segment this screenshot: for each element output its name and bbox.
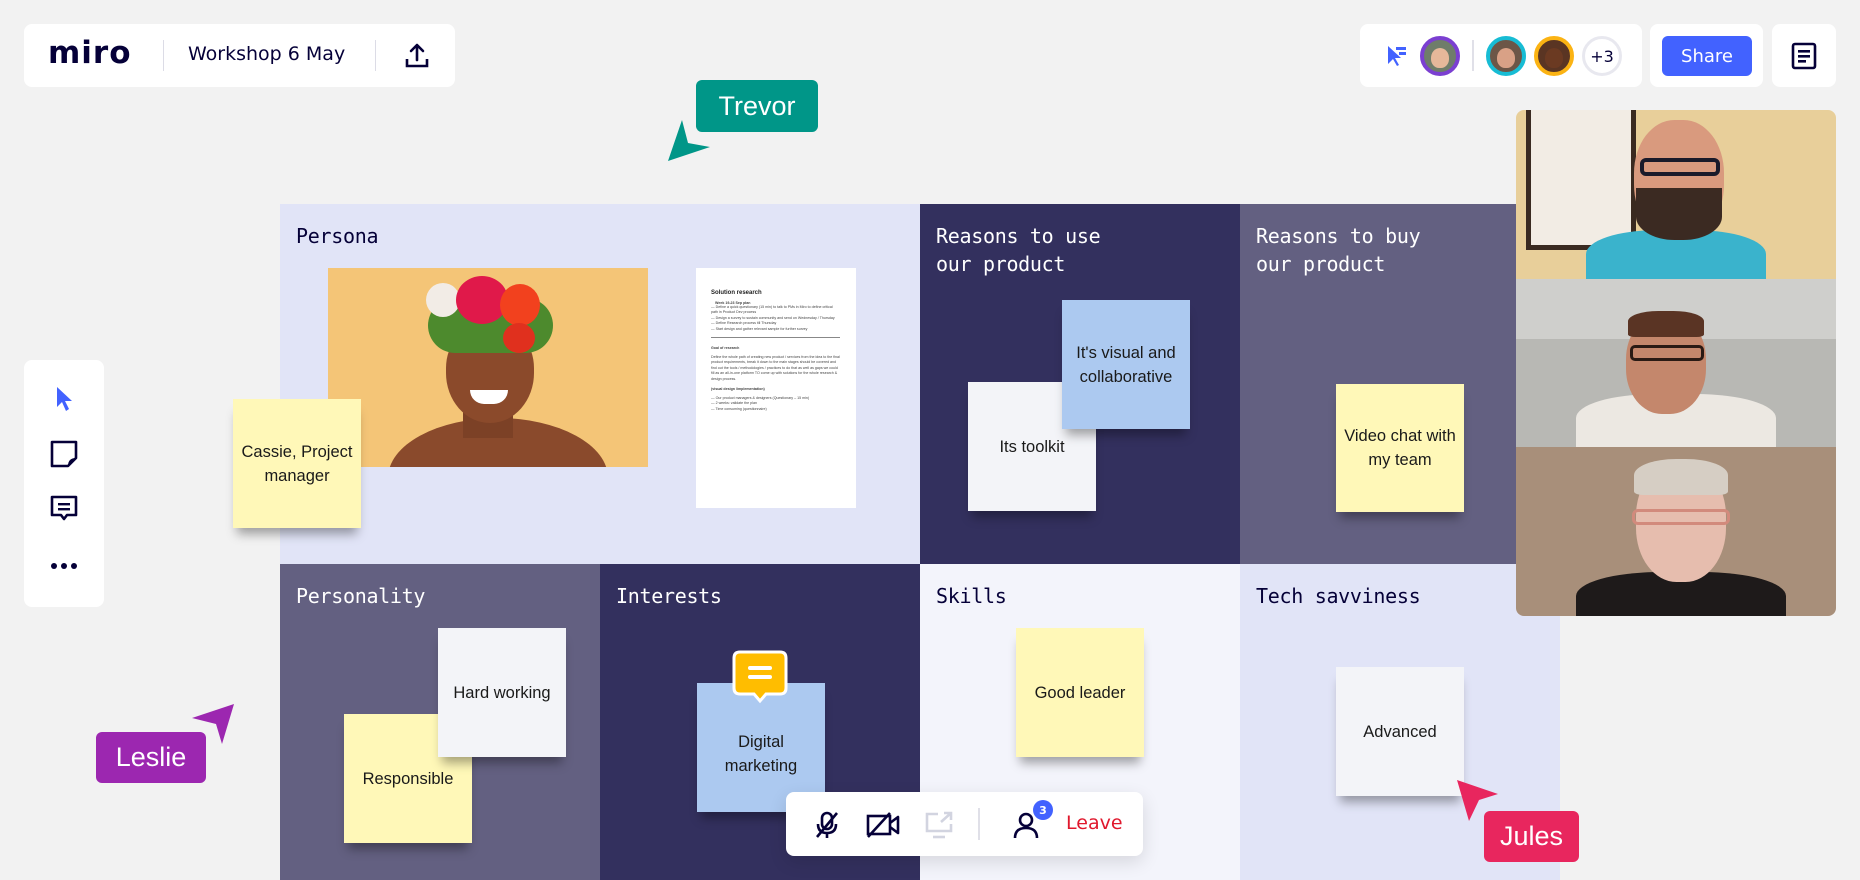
divider xyxy=(375,40,376,71)
video-tile[interactable] xyxy=(1516,279,1836,447)
video-call-panel xyxy=(1516,110,1836,616)
sticky-text: Advanced xyxy=(1363,722,1437,741)
panel-title: Interests xyxy=(616,584,722,608)
sticky-text: Digital marketing xyxy=(724,732,798,775)
sticky-note[interactable]: Video chat with my team xyxy=(1336,384,1464,512)
sticky-note[interactable]: Good leader xyxy=(1016,628,1144,757)
sticky-text: It's visual and collaborative xyxy=(1076,343,1176,386)
more-collaborators-badge[interactable]: +3 xyxy=(1582,36,1622,76)
upload-icon[interactable] xyxy=(402,41,432,71)
camera-off-icon[interactable] xyxy=(866,810,900,840)
cursor-icon[interactable] xyxy=(54,385,74,413)
follow-cursor-icon[interactable] xyxy=(1386,44,1408,68)
panel-title: Tech savviness xyxy=(1256,584,1421,608)
mic-off-icon[interactable] xyxy=(812,810,842,840)
comment-icon[interactable] xyxy=(50,495,78,523)
miro-logo[interactable]: miro xyxy=(48,35,132,71)
call-controls-bar: 3 Leave xyxy=(786,792,1143,856)
document-line: — Define a quick questionary (15 min) to… xyxy=(711,305,833,315)
sticky-text: Hard working xyxy=(453,683,551,702)
video-person-glasses xyxy=(1640,158,1720,176)
board-title[interactable]: Workshop 6 May xyxy=(188,43,345,65)
video-tile[interactable] xyxy=(1516,110,1836,279)
document-icon xyxy=(1791,42,1817,70)
persona-photo-flower xyxy=(503,323,535,353)
document-line: — Start design and gather relevant sampl… xyxy=(711,326,808,331)
board-header: miro Workshop 6 May xyxy=(24,24,455,87)
cursor-label-jules: Jules xyxy=(1484,811,1579,862)
sticky-text: Responsible xyxy=(362,769,454,788)
persona-photo-flower xyxy=(500,284,540,326)
tools-toolbar xyxy=(24,360,104,607)
video-person-beard xyxy=(1636,188,1722,240)
share-button[interactable]: Share xyxy=(1662,36,1752,76)
sticky-text: Good leader xyxy=(1034,683,1126,702)
user-avatar[interactable] xyxy=(1534,36,1574,76)
user-avatar[interactable] xyxy=(1420,36,1460,76)
panel-title: Reasons to use our product xyxy=(936,224,1101,276)
cursor-label-trevor: Trevor xyxy=(696,80,818,132)
document-goal-text: Define the whole path of creating new pr… xyxy=(711,355,840,381)
panel-title: Skills xyxy=(936,584,1007,608)
divider xyxy=(978,808,980,840)
video-background-poster xyxy=(1526,110,1636,250)
participant-count-badge: 3 xyxy=(1033,800,1053,820)
video-person-hair xyxy=(1634,459,1728,495)
collaborators-bar: +3 xyxy=(1360,24,1642,87)
document-divider xyxy=(711,337,840,339)
more-collaborators-count: +3 xyxy=(1590,46,1614,66)
user-avatar[interactable] xyxy=(1486,36,1526,76)
more-icon[interactable] xyxy=(50,556,78,569)
screen-share-icon[interactable] xyxy=(924,810,954,840)
sticky-text: Its toolkit xyxy=(999,437,1065,456)
cursor-label-leslie: Leslie xyxy=(96,732,206,783)
persona-photo-flower xyxy=(426,283,460,317)
panel-title: Reasons to buy our product xyxy=(1256,224,1421,276)
sticky-note[interactable]: Advanced xyxy=(1336,667,1464,796)
video-person-glasses xyxy=(1630,345,1704,361)
video-person-hair xyxy=(1628,311,1704,337)
document-week-items: — Define a quick questionary (15 min) to… xyxy=(711,305,840,332)
video-person-glasses xyxy=(1632,509,1730,525)
share-container: Share xyxy=(1650,24,1763,87)
board-notes-button[interactable] xyxy=(1772,24,1836,87)
document-title: Solution research xyxy=(711,290,762,296)
document-goal-heading: Goal of research xyxy=(711,346,740,351)
leave-call-button[interactable]: Leave xyxy=(1066,812,1123,834)
sticky-note[interactable]: Cassie, Project manager xyxy=(233,399,361,528)
panel-title: Persona xyxy=(296,224,379,248)
sticky-text: Cassie, Project manager xyxy=(241,442,353,485)
comment-bubble-icon[interactable] xyxy=(732,650,788,704)
video-tile[interactable] xyxy=(1516,447,1836,616)
research-document[interactable]: Solution research Week 19-23 Sep plan — … xyxy=(696,268,856,508)
document-impl-items: — Our product managers & designers (Ques… xyxy=(711,396,840,412)
sticky-note[interactable]: Hard working xyxy=(438,628,566,757)
document-impl-heading: (visual design /implementation) xyxy=(711,387,765,392)
divider xyxy=(1472,40,1474,71)
sticky-note[interactable]: It's visual and collaborative xyxy=(1062,300,1190,429)
persona-photo[interactable] xyxy=(328,268,648,467)
sticky-text: Video chat with my team xyxy=(1344,427,1456,469)
document-line: — Time consuming (questionnaire) xyxy=(711,406,767,411)
sticky-note-icon[interactable] xyxy=(50,440,78,468)
panel-title: Personality xyxy=(296,584,426,608)
divider xyxy=(163,40,164,71)
